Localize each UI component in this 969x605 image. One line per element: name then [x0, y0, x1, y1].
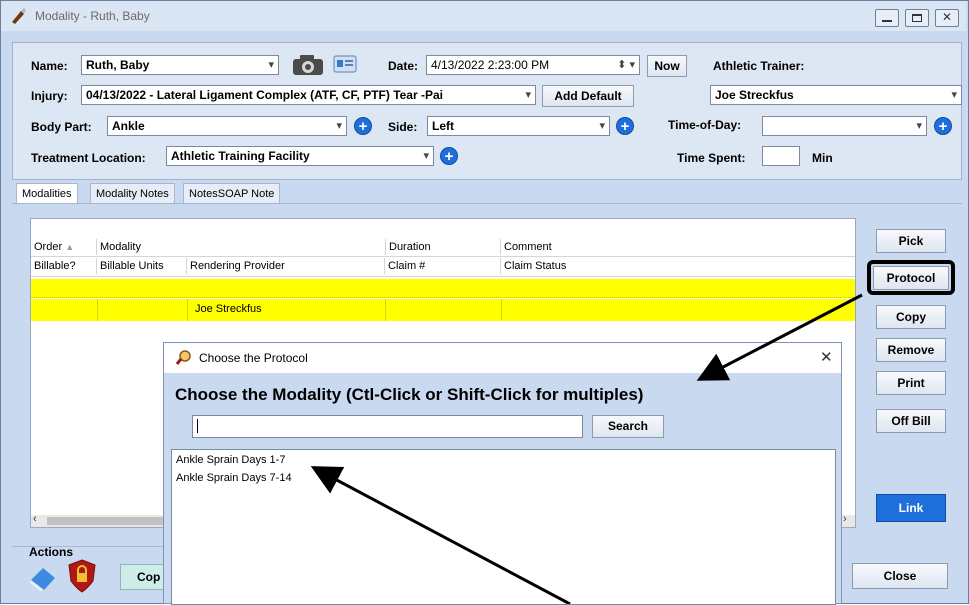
athletic-trainer-value: Joe Streckfus	[715, 88, 794, 102]
injury-value: 04/13/2022 - Lateral Ligament Complex (A…	[86, 88, 443, 102]
column-header-duration[interactable]: Duration	[385, 239, 501, 255]
tab-notes-soap[interactable]: NotesSOAP Note	[183, 183, 281, 203]
treatment-location-select[interactable]: Athletic Training Facility ▾	[166, 146, 434, 166]
date-picker[interactable]: 4/13/2022 2:23:00 PM ⬍ ▾	[426, 55, 640, 75]
add-body-part-icon[interactable]: +	[354, 117, 372, 135]
rendering-provider-cell: Joe Streckfus	[195, 303, 262, 315]
scroll-right-icon[interactable]: ›	[843, 513, 847, 525]
search-icon	[176, 350, 191, 365]
date-value: 4/13/2022 2:23:00 PM	[431, 58, 550, 72]
protocol-button[interactable]: Protocol	[873, 266, 949, 290]
close-window-button[interactable]: ✕	[935, 9, 959, 27]
eraser-icon[interactable]	[28, 562, 58, 592]
chevron-down-icon: ▾	[423, 150, 429, 162]
protocol-list: Ankle Sprain Days 1-7 Ankle Sprain Days …	[171, 449, 836, 605]
injury-label: Injury:	[31, 89, 68, 103]
time-of-day-select[interactable]: ▾	[762, 116, 927, 136]
actions-label: Actions	[29, 545, 74, 559]
scroll-left-icon[interactable]: ‹	[33, 513, 37, 525]
print-button[interactable]: Print	[876, 371, 946, 395]
id-card-icon[interactable]	[333, 54, 357, 74]
close-button[interactable]: Close	[852, 563, 948, 589]
column-header-order[interactable]: Order ▲	[31, 239, 97, 255]
name-label: Name:	[31, 59, 68, 73]
tab-modalities[interactable]: Modalities	[16, 183, 78, 203]
chevron-down-icon: ▾	[916, 120, 922, 132]
add-treatment-location-icon[interactable]: +	[440, 147, 458, 165]
dialog-title-bar: Choose the Protocol ✕	[164, 343, 841, 373]
body-part-select[interactable]: Ankle ▾	[107, 116, 347, 136]
chevron-down-icon: ▾	[951, 89, 957, 101]
choose-protocol-dialog: Choose the Protocol ✕ Choose the Modalit…	[163, 342, 842, 605]
scrollbar-thumb[interactable]	[47, 517, 167, 525]
link-button[interactable]: Link	[876, 494, 946, 522]
table-row[interactable]	[31, 279, 855, 298]
title-bar: Modality - Ruth, Baby ✕	[1, 1, 966, 31]
off-bill-button[interactable]: Off Bill	[876, 409, 946, 433]
column-header-claim-status[interactable]: Claim Status	[501, 258, 855, 274]
name-value: Ruth, Baby	[86, 58, 150, 72]
chevron-down-icon: ▾	[268, 59, 274, 71]
maximize-button[interactable]	[905, 9, 929, 27]
pick-button[interactable]: Pick	[876, 229, 946, 253]
treatment-location-label: Treatment Location:	[31, 151, 146, 165]
side-value: Left	[432, 119, 454, 133]
table-row[interactable]: Joe Streckfus	[31, 299, 855, 321]
side-label: Side:	[388, 120, 418, 134]
column-header-claim-number[interactable]: Claim #	[385, 258, 501, 274]
dialog-close-icon[interactable]: ✕	[820, 348, 833, 366]
body-part-label: Body Part:	[31, 120, 92, 134]
column-header-modality[interactable]: Modality	[97, 239, 385, 255]
body-part-value: Ankle	[112, 119, 145, 133]
athletic-trainer-label: Athletic Trainer:	[713, 59, 805, 73]
treatment-location-value: Athletic Training Facility	[171, 149, 310, 163]
now-button[interactable]: Now	[647, 55, 687, 77]
name-select[interactable]: Ruth, Baby ▾	[81, 55, 279, 75]
chevron-down-icon: ▾	[336, 120, 342, 132]
min-label: Min	[812, 151, 833, 165]
grid-header-row-2: Billable? Billable Units Rendering Provi…	[31, 258, 855, 277]
time-spent-label: Time Spent:	[677, 151, 746, 165]
search-button[interactable]: Search	[592, 415, 664, 438]
athletic-trainer-select[interactable]: Joe Streckfus ▾	[710, 85, 962, 105]
remove-button[interactable]: Remove	[876, 338, 946, 362]
dialog-title: Choose the Protocol	[199, 351, 308, 365]
lock-shield-icon[interactable]	[67, 559, 97, 593]
chevron-down-icon: ▾	[525, 89, 531, 101]
add-time-of-day-icon[interactable]: +	[934, 117, 952, 135]
dialog-heading: Choose the Modality (Ctl-Click or Shift-…	[175, 385, 644, 404]
column-header-billable-units[interactable]: Billable Units	[97, 258, 187, 274]
pen-icon	[12, 8, 26, 24]
list-item[interactable]: Ankle Sprain Days 1-7	[176, 454, 285, 466]
list-item[interactable]: Ankle Sprain Days 7-14	[176, 472, 292, 484]
time-of-day-label: Time-of-Day:	[668, 118, 742, 132]
date-label: Date:	[388, 59, 419, 73]
add-default-button[interactable]: Add Default	[542, 85, 634, 107]
chevron-down-icon: ▾	[599, 120, 605, 132]
time-spent-input[interactable]	[762, 146, 800, 166]
column-header-comment[interactable]: Comment	[501, 239, 855, 255]
minimize-button[interactable]	[875, 9, 899, 27]
spinner-icon: ⬍ ▾	[617, 59, 635, 71]
copy-button[interactable]: Copy	[876, 305, 946, 329]
column-header-rendering-provider[interactable]: Rendering Provider	[187, 258, 385, 274]
tab-modality-notes[interactable]: Modality Notes	[90, 183, 175, 203]
injury-select[interactable]: 04/13/2022 - Lateral Ligament Complex (A…	[81, 85, 536, 105]
column-header-billable[interactable]: Billable?	[31, 258, 97, 274]
camera-icon[interactable]	[291, 51, 325, 77]
side-select[interactable]: Left ▾	[427, 116, 610, 136]
grid-header-row-1: Order ▲ Modality Duration Comment	[31, 239, 855, 257]
protocol-search-input[interactable]	[192, 415, 583, 438]
window-title: Modality - Ruth, Baby	[35, 9, 150, 23]
add-side-icon[interactable]: +	[616, 117, 634, 135]
